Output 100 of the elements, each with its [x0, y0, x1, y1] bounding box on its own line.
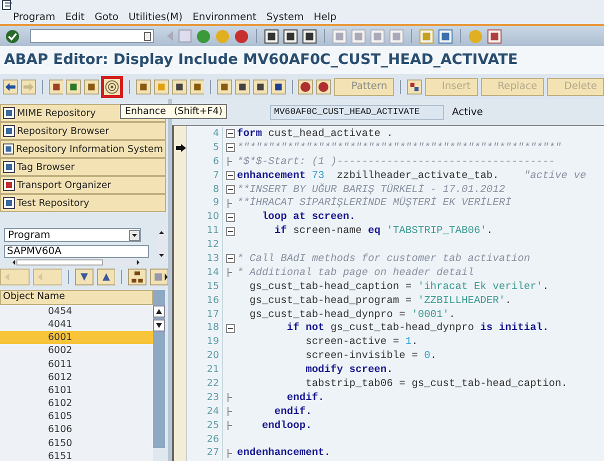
code-line: gs_cust_tab-head_caption = 'ihracat Ek veriler'.	[248, 280, 549, 293]
object-list-item[interactable]: 6011	[0, 358, 153, 371]
cubes-icon[interactable]	[407, 78, 422, 96]
collapse-icon[interactable]	[226, 324, 234, 333]
fold-line-icon	[227, 268, 233, 278]
collapse-icon[interactable]	[226, 185, 234, 194]
line-number: 24	[187, 404, 223, 419]
code-line: gs_cust_tab-head_program = 'ZZBILLHEADER'.	[248, 294, 512, 307]
caret-icon[interactable]	[129, 230, 140, 240]
object-list-item[interactable]: 6001	[0, 331, 153, 344]
toolbar-icon[interactable]	[75, 268, 94, 286]
code-line: form cust_head_activate .	[237, 128, 393, 140]
code-line: *"*"*"*"*"*"*"*"*"*"*"*"*"*"*"*"*"*"*"*"*"*"*"*"*"*"	[237, 142, 562, 154]
object-list-item[interactable]: 6002	[0, 344, 153, 358]
line-number: 4	[187, 127, 223, 141]
dropdown-icon[interactable]	[144, 32, 151, 40]
toolbar-icon[interactable]	[150, 268, 168, 286]
command-field[interactable]	[30, 29, 154, 43]
code-line: modify screen.	[304, 364, 393, 376]
collapse-icon[interactable]	[226, 143, 234, 152]
line-number: 13	[187, 252, 223, 266]
code-line: endif.	[286, 392, 324, 404]
code-line: * Additional tab page on header detail	[237, 266, 474, 279]
enhance-button[interactable]	[101, 76, 124, 98]
collapse-icon[interactable]	[226, 129, 234, 138]
toolbar-icon[interactable]	[172, 78, 187, 96]
code-line: loop at screen.	[260, 211, 356, 224]
object-list-item[interactable]: 6150	[0, 436, 153, 450]
line-number: 19	[187, 335, 223, 350]
navigator-button[interactable]: Repository Information System	[0, 140, 166, 158]
object-list-item[interactable]: 0454	[0, 304, 153, 318]
object-list-item[interactable]: 6105	[0, 410, 153, 424]
object-list-item[interactable]: 6101	[0, 384, 153, 398]
menu-item[interactable]: System	[266, 12, 304, 23]
toolbar-icon[interactable]	[136, 78, 151, 96]
code-line: **İHRACAT SİPARİŞLERİNDE MÜŞTERİ EK VERİLERİ	[237, 197, 512, 210]
line-number: 23	[187, 390, 223, 405]
navigator-button[interactable]: Tag Browser	[0, 158, 166, 176]
code-line: tabstrip_tab06 = gs_cust_tab-head_caption.	[304, 378, 568, 390]
object-list-item[interactable]: 4041	[0, 318, 153, 332]
line-number: 17	[187, 308, 223, 322]
document-icon	[3, 107, 15, 119]
line-number: 6	[187, 154, 223, 169]
collapse-icon[interactable]	[226, 171, 234, 180]
column-header: Object Name	[0, 290, 153, 305]
toolbar-icon[interactable]	[96, 268, 116, 286]
collapse-icon[interactable]	[226, 226, 234, 236]
fold-line-icon	[227, 198, 233, 208]
navigator-button[interactable]: Repository Browser	[0, 122, 166, 140]
line-number: 26	[187, 432, 223, 446]
line-number: 25	[187, 418, 223, 433]
line-number: 9	[187, 196, 223, 210]
line-number: 8	[187, 182, 223, 196]
fold-line-icon	[227, 157, 233, 166]
object-list-item[interactable]: 6106	[0, 423, 153, 437]
menu-item[interactable]: Utilities(M)	[128, 12, 183, 23]
status-label: Active	[452, 106, 483, 118]
fold-line-icon	[227, 407, 233, 416]
arrow-left-icon[interactable]	[3, 78, 18, 96]
code-line: endloop.	[260, 420, 312, 432]
toolbar-icon[interactable]	[84, 78, 100, 96]
code-line: * Call BAdI methods for customer tab activation	[237, 252, 530, 265]
window-menu-icon[interactable]	[2, 0, 13, 10]
code-line: if screen-name eq 'TABSTRIP_TAB06'.	[273, 225, 493, 238]
code-line: screen-active = 1.	[304, 336, 418, 348]
include-name-field[interactable]: MV60AF0C_CUST_HEAD_ACTIVATE	[270, 104, 444, 120]
object-list-item[interactable]: 6102	[0, 397, 153, 410]
code-line: endenhancement.	[237, 447, 331, 460]
code-line: endif.	[273, 406, 312, 418]
object-type-dropdown[interactable]: Program	[4, 228, 141, 242]
toolbar-icon[interactable]	[235, 78, 250, 96]
menu-item[interactable]: Environment	[192, 12, 256, 23]
collapse-icon[interactable]	[226, 212, 234, 222]
navigator-button[interactable]: Transport Organizer	[0, 176, 166, 194]
menu-item[interactable]: Goto	[94, 12, 118, 23]
line-number: 22	[187, 377, 223, 391]
line-number: 5	[187, 140, 223, 155]
object-list-item[interactable]: 6012	[0, 370, 153, 384]
code-line: enhancement 73 zzbillheader_activate_tab. "active ve	[237, 170, 586, 182]
line-number: 27	[187, 446, 223, 460]
line-number: 12	[187, 238, 223, 252]
line-number: 18	[187, 321, 223, 336]
code-line: if not gs_cust_tab-head_dynpro is initial.	[286, 322, 549, 334]
navigator-button[interactable]: Test Repository	[0, 194, 166, 212]
check-icon[interactable]	[5, 28, 20, 44]
document-icon	[3, 161, 15, 173]
menu-item[interactable]: Edit	[65, 12, 85, 23]
menu-item[interactable]: Program	[13, 12, 56, 23]
code-line: *$*$-Start: (1 )-----------------------------------	[237, 156, 556, 168]
tooltip-label: Enhance	[125, 106, 166, 117]
menu-item[interactable]: Help	[314, 12, 337, 23]
code-line: gs_cust_tab-head_dynpro = '0001'.	[248, 308, 456, 321]
collapse-icon[interactable]	[226, 254, 234, 264]
object-list-item[interactable]: 6151	[0, 450, 153, 461]
toolbar-icon[interactable]	[190, 78, 204, 96]
object-name-field[interactable]: SAPMV60A	[4, 245, 149, 258]
line-number: 11	[187, 224, 223, 238]
fold-line-icon	[227, 421, 233, 430]
code-line: screen-invisible = 0.	[304, 350, 437, 362]
scrollbar[interactable]	[153, 290, 165, 448]
